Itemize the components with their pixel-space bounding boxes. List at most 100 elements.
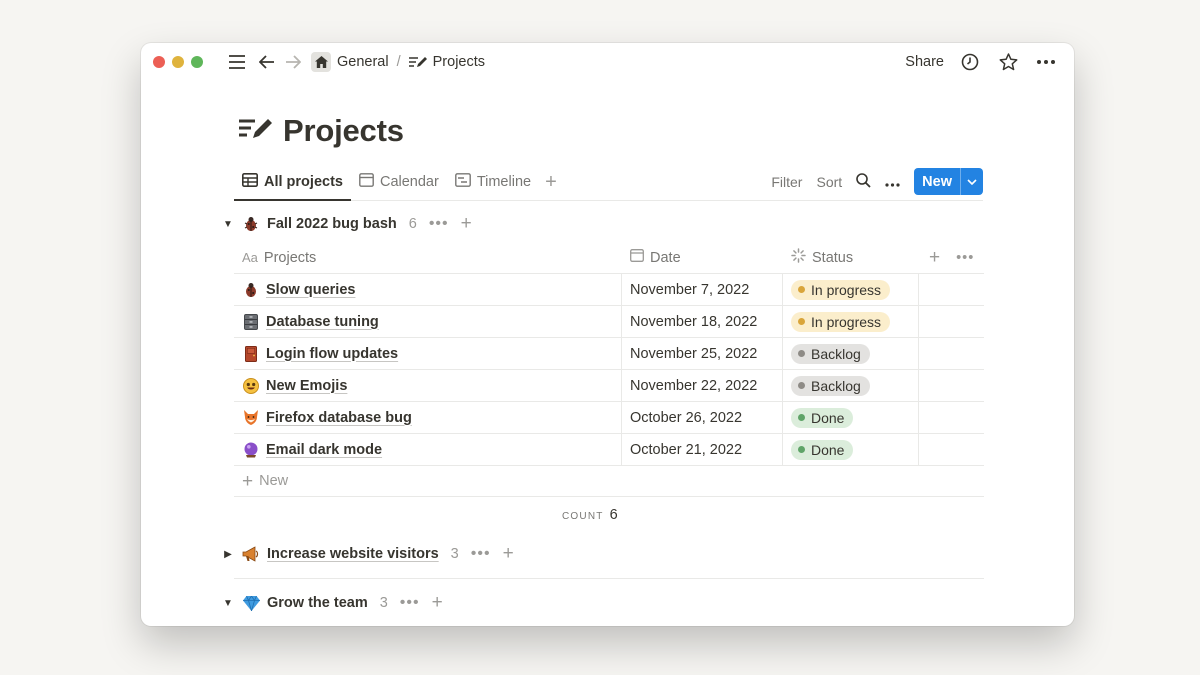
group-name: Fall 2022 bug bash [267, 216, 397, 232]
view-more-icon[interactable] [885, 174, 900, 190]
status-cell[interactable]: In progress [783, 306, 919, 337]
status-dot-icon [798, 446, 805, 453]
chevron-down-icon[interactable] [960, 168, 983, 195]
view-bar: All projects Calendar Timeline + Filter … [234, 164, 983, 201]
date-cell[interactable]: November 7, 2022 [622, 274, 783, 305]
table-row[interactable]: New Emojis November 22, 2022 Backlog [234, 370, 984, 402]
project-name[interactable]: Email dark mode [266, 442, 382, 458]
group-more-icon[interactable]: ••• [400, 594, 420, 612]
zoom-window-button[interactable] [191, 56, 203, 68]
status-cell[interactable]: Done [783, 402, 919, 433]
add-property-plus-icon[interactable]: + [929, 247, 940, 269]
status-cell[interactable]: Backlog [783, 338, 919, 369]
add-view-plus-icon[interactable]: + [539, 172, 563, 192]
filter-button[interactable]: Filter [771, 174, 802, 190]
tab-calendar[interactable]: Calendar [351, 164, 447, 200]
group-add-plus-icon[interactable]: + [461, 213, 473, 235]
status-icon [791, 248, 806, 267]
sort-button[interactable]: Sort [816, 174, 842, 190]
project-name[interactable]: Login flow updates [266, 346, 398, 362]
page-title: Projects [283, 113, 404, 148]
caret-down-icon[interactable]: ▼ [221, 219, 235, 230]
add-row-button[interactable]: + New [234, 466, 984, 497]
group-more-icon[interactable]: ••• [471, 545, 491, 563]
date-cell[interactable]: October 21, 2022 [622, 434, 783, 465]
table-row[interactable]: Database tuning November 18, 2022 In pro… [234, 306, 984, 338]
history-clock-icon[interactable] [958, 50, 982, 74]
group-header-increase-visitors[interactable]: ▶ Increase website visitors 3 ••• + [221, 542, 515, 566]
back-arrow-icon[interactable] [255, 50, 279, 74]
favorite-star-icon[interactable] [996, 50, 1020, 74]
project-name[interactable]: Database tuning [266, 314, 379, 330]
status-cell[interactable]: Done [783, 434, 919, 465]
sidebar-toggle-icon[interactable] [225, 50, 249, 74]
column-header-status[interactable]: Status [783, 242, 919, 274]
table-icon [242, 172, 258, 191]
project-cell[interactable]: Slow queries [234, 274, 622, 305]
status-cell[interactable]: In progress [783, 274, 919, 305]
empty-cell [919, 306, 984, 337]
project-name[interactable]: New Emojis [266, 378, 347, 394]
home-icon[interactable] [311, 52, 331, 72]
search-icon[interactable] [856, 172, 871, 191]
date-cell[interactable]: October 26, 2022 [622, 402, 783, 433]
group-count-summary[interactable]: COUNT 6 [562, 507, 618, 523]
file-cabinet-icon [242, 313, 260, 331]
calendar-icon [630, 249, 644, 266]
topbar-actions: Share [905, 43, 1058, 81]
project-name[interactable]: Slow queries [266, 282, 355, 298]
project-cell[interactable]: Firefox database bug [234, 402, 622, 433]
status-badge: In progress [791, 311, 891, 332]
column-header-projects[interactable]: Aa Projects [234, 242, 622, 274]
table-row[interactable]: Email dark mode October 21, 2022 Done [234, 434, 984, 466]
status-dot-icon [798, 286, 805, 293]
group-add-plus-icon[interactable]: + [503, 543, 515, 565]
status-cell[interactable]: Backlog [783, 370, 919, 401]
group-header-grow-team[interactable]: ▼ Grow the team 3 ••• + [221, 591, 444, 615]
status-label: Backlog [811, 345, 861, 362]
table-row[interactable]: Slow queries November 7, 2022 In progres… [234, 274, 984, 306]
project-name[interactable]: Firefox database bug [266, 410, 412, 426]
date-cell[interactable]: November 25, 2022 [622, 338, 783, 369]
status-label: Backlog [811, 377, 861, 394]
tab-all-projects[interactable]: All projects [234, 165, 351, 201]
group-header-fall-2022[interactable]: ▼ Fall 2022 bug bash 6 ••• + [221, 212, 473, 236]
status-badge: Backlog [791, 343, 870, 364]
calendar-icon [359, 173, 374, 191]
forward-arrow-icon[interactable] [281, 50, 305, 74]
column-more-icon[interactable]: ••• [956, 250, 974, 266]
project-cell[interactable]: Database tuning [234, 306, 622, 337]
group-more-icon[interactable]: ••• [429, 215, 449, 233]
column-label: Date [650, 249, 681, 266]
date-cell[interactable]: November 22, 2022 [622, 370, 783, 401]
status-label: In progress [811, 281, 882, 298]
bug-icon [242, 281, 260, 299]
project-cell[interactable]: Login flow updates [234, 338, 622, 369]
project-cell[interactable]: New Emojis [234, 370, 622, 401]
table-row[interactable]: Firefox database bug October 26, 2022 Do… [234, 402, 984, 434]
aa-icon: Aa [242, 250, 258, 265]
page-header: Projects [239, 113, 404, 149]
group-add-plus-icon[interactable]: + [432, 592, 444, 614]
project-cell[interactable]: Email dark mode [234, 434, 622, 465]
caret-right-icon[interactable]: ▶ [221, 549, 235, 560]
date-cell[interactable]: November 18, 2022 [622, 306, 783, 337]
minimize-window-button[interactable] [172, 56, 184, 68]
status-dot-icon [798, 382, 805, 389]
share-button[interactable]: Share [905, 54, 944, 70]
status-label: Done [811, 441, 845, 458]
fox-icon [242, 409, 260, 427]
table-row[interactable]: Login flow updates November 25, 2022 Bac… [234, 338, 984, 370]
column-header-date[interactable]: Date [622, 242, 783, 274]
status-dot-icon [798, 414, 805, 421]
title-bar: General / Projects Share [141, 43, 1074, 81]
breadcrumb-current[interactable]: Projects [433, 54, 485, 70]
breadcrumb-parent[interactable]: General [337, 54, 389, 70]
tab-timeline[interactable]: Timeline [447, 164, 539, 200]
caret-down-icon[interactable]: ▼ [221, 598, 235, 609]
close-window-button[interactable] [153, 56, 165, 68]
group-divider [234, 578, 984, 579]
status-badge: Backlog [791, 375, 870, 396]
more-options-icon[interactable] [1034, 50, 1058, 74]
new-record-button[interactable]: New [914, 168, 983, 195]
